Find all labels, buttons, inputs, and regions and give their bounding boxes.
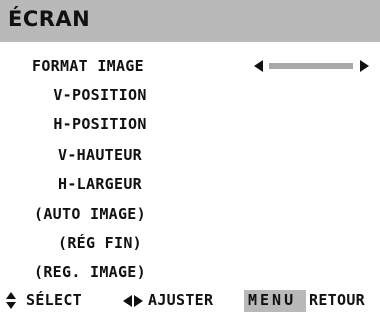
menu-item-v-position[interactable]: V-POSITION	[0, 86, 200, 104]
menu-item-reg-image[interactable]: (REG. IMAGE)	[0, 263, 190, 281]
footer-hint-bar: SÉLECT AJUSTER MENU RETOUR	[0, 290, 380, 312]
left-arrow-icon[interactable]	[254, 60, 263, 72]
osd-screen-menu: ÉCRAN FORMAT IMAGE V-POSITION H-POSITION…	[0, 0, 380, 316]
left-right-arrow-icon	[123, 295, 145, 307]
select-hint-label: SÉLECT	[26, 291, 82, 309]
up-down-arrow-icon	[6, 292, 16, 310]
menu-key-button[interactable]: MENU	[244, 290, 306, 312]
menu-item-format-image[interactable]: FORMAT IMAGE	[32, 57, 144, 75]
menu-item-h-position[interactable]: H-POSITION	[0, 115, 200, 133]
menu-item-auto-image[interactable]: (AUTO IMAGE)	[0, 205, 190, 223]
adjust-hint-label: AJUSTER	[148, 291, 214, 309]
menu-key-label: MENU	[248, 291, 297, 309]
return-hint-label: RETOUR	[309, 291, 365, 309]
slider-track[interactable]	[269, 63, 353, 69]
right-arrow-icon[interactable]	[360, 60, 369, 72]
menu-item-v-hauteur[interactable]: V-HAUTEUR	[0, 146, 200, 164]
menu-item-reg-fin[interactable]: (RÉG FIN)	[0, 234, 200, 252]
menu-title: ÉCRAN	[8, 7, 91, 31]
format-image-slider[interactable]	[254, 58, 374, 74]
menu-item-h-largeur[interactable]: H-LARGEUR	[0, 175, 200, 193]
menu-header: ÉCRAN	[0, 0, 380, 42]
